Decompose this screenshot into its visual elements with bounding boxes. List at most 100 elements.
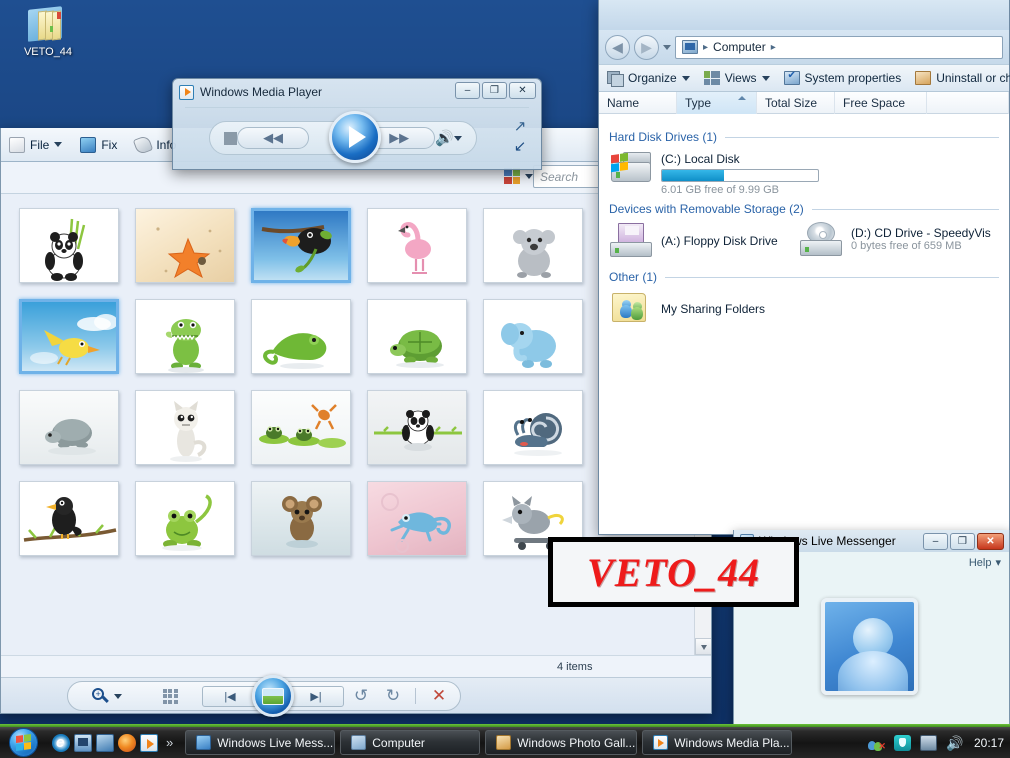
network-disconnected-icon[interactable]: ✕ bbox=[867, 735, 886, 751]
address-bar: ◀ ▶ ▸ Computer ▸ bbox=[599, 30, 1009, 64]
windows-media-player-window[interactable]: Windows Media Player – ❐ ✕ ◀◀ ▶▶ 🔊 ↗ ↙ bbox=[172, 78, 542, 170]
volume-speaker-icon[interactable]: 🔊 bbox=[435, 129, 454, 147]
display-icon[interactable] bbox=[919, 734, 937, 751]
maximize-button[interactable]: ❐ bbox=[482, 82, 507, 99]
zoom-control[interactable]: + bbox=[68, 687, 146, 705]
thumbnail-size-button[interactable] bbox=[146, 688, 194, 704]
play-slideshow-button[interactable] bbox=[252, 675, 294, 717]
minimize-skin-icon[interactable]: ↙ bbox=[509, 137, 531, 155]
switch-to-full-mode-icon[interactable]: ↗ bbox=[514, 118, 527, 135]
flip-3d-icon[interactable] bbox=[96, 733, 114, 752]
photo-gallery-status-bar: 4 items bbox=[1, 655, 711, 677]
thumbnail-toucan-on-branch[interactable] bbox=[251, 208, 351, 283]
system-properties-icon bbox=[783, 70, 800, 85]
previous-image-button[interactable]: |◀ bbox=[202, 685, 258, 707]
thumbnail-green-turtle[interactable] bbox=[367, 299, 467, 374]
thumbnail-grey-koala[interactable] bbox=[483, 208, 583, 283]
grid-icon bbox=[162, 688, 178, 704]
desktop-icon-veto44[interactable]: VETO_44 bbox=[8, 4, 88, 58]
thumbnail-blue-snail[interactable] bbox=[483, 390, 583, 465]
thumbnail-green-crocodile[interactable] bbox=[135, 299, 235, 374]
address-input[interactable]: ▸ Computer ▸ bbox=[675, 35, 1003, 59]
thumbnail-green-chameleon[interactable] bbox=[251, 299, 351, 374]
thumbnail-pink-flamingo[interactable] bbox=[367, 208, 467, 283]
internet-explorer-icon[interactable] bbox=[52, 733, 70, 752]
column-name[interactable]: Name bbox=[599, 91, 677, 114]
history-dropdown-caret[interactable] bbox=[663, 44, 671, 50]
thumbnail-starfish-on-sand[interactable] bbox=[135, 208, 235, 283]
scroll-down-button[interactable] bbox=[695, 638, 711, 655]
security-shield-icon[interactable] bbox=[893, 734, 911, 751]
explorer-glass-titlebar[interactable] bbox=[599, 0, 1009, 30]
previous-track-button[interactable]: ◀◀ bbox=[237, 127, 310, 149]
toolbar-views[interactable]: Views bbox=[703, 71, 770, 85]
show-desktop-icon[interactable] bbox=[74, 733, 92, 752]
toolbar-organize[interactable]: Organize bbox=[607, 71, 690, 87]
menu-file[interactable]: File bbox=[9, 136, 63, 153]
forward-button[interactable]: ▶ bbox=[634, 34, 659, 60]
menu-fix[interactable]: Fix bbox=[80, 136, 117, 153]
column-type[interactable]: Type bbox=[677, 91, 757, 114]
thumbnail-cat-standing[interactable] bbox=[135, 390, 235, 465]
column-free-space[interactable]: Free Space bbox=[835, 91, 927, 114]
thumbnail-blue-elephant[interactable] bbox=[483, 299, 583, 374]
back-button[interactable]: ◀ bbox=[605, 34, 630, 60]
play-button[interactable] bbox=[329, 111, 381, 163]
thumbnail-blue-gecko-pink[interactable] bbox=[367, 481, 467, 556]
next-image-button[interactable]: ▶| bbox=[288, 685, 344, 707]
drive-floppy-a[interactable]: (A:) Floppy Disk Drive bbox=[609, 222, 789, 260]
close-button[interactable]: ✕ bbox=[977, 533, 1004, 550]
stop-button[interactable] bbox=[224, 131, 237, 145]
close-button[interactable]: ✕ bbox=[509, 82, 536, 99]
thumbnail-yellow-bird-flying[interactable] bbox=[19, 299, 119, 374]
default-avatar-icon[interactable] bbox=[821, 598, 918, 695]
veto-watermark-overlay: VETO_44 bbox=[548, 537, 799, 607]
thumbnail-frogs-on-lilypads[interactable] bbox=[251, 390, 351, 465]
volume-icon[interactable]: 🔊 bbox=[946, 735, 963, 751]
column-blank[interactable] bbox=[927, 91, 1009, 114]
thumbnail-black-bird-on-branch[interactable] bbox=[19, 481, 119, 556]
taskbar-button-messenger[interactable]: Windows Live Mess... bbox=[185, 730, 336, 755]
rotate-ccw-button[interactable]: ↺ bbox=[344, 686, 378, 706]
toolbar-uninstall[interactable]: Uninstall or ch bbox=[915, 71, 1010, 85]
breadcrumb-separator-2: ▸ bbox=[770, 41, 776, 53]
organize-icon bbox=[607, 71, 624, 87]
windows-media-player-icon[interactable] bbox=[140, 733, 158, 752]
drive-cd-d[interactable]: (D:) CD Drive - SpeedyVis 0 bytes free o… bbox=[799, 222, 999, 260]
quick-launch-overflow-chevron[interactable]: » bbox=[166, 735, 173, 750]
column-total-size[interactable]: Total Size bbox=[757, 91, 835, 114]
firefox-icon[interactable] bbox=[118, 733, 136, 752]
thumbnail-grey-turtle[interactable] bbox=[19, 390, 119, 465]
taskbar-button-media-player[interactable]: Windows Media Pla... bbox=[642, 730, 793, 755]
minimize-button[interactable]: – bbox=[923, 533, 948, 550]
delete-button[interactable]: ✕ bbox=[422, 686, 456, 706]
wmp-titlebar[interactable]: Windows Media Player – ❐ ✕ bbox=[173, 79, 541, 105]
rotate-cw-button[interactable]: ↻ bbox=[378, 686, 408, 706]
thumbnail-panda-on-bamboo[interactable] bbox=[367, 390, 467, 465]
drive-local-disk-c[interactable]: (C:) Local Disk 6.01 GB free of 9.99 GB bbox=[609, 150, 999, 196]
computer-explorer-window[interactable]: ◀ ▶ ▸ Computer ▸ Organize Views System p… bbox=[598, 0, 1010, 535]
start-button[interactable] bbox=[2, 728, 44, 758]
chevron-down-icon bbox=[761, 75, 770, 81]
taskbar-button-photo-gallery[interactable]: Windows Photo Gall... bbox=[485, 730, 638, 755]
minimize-button[interactable]: – bbox=[455, 82, 480, 99]
floppy-disk-icon bbox=[609, 222, 653, 260]
taskbar-clock[interactable]: 20:17 bbox=[974, 736, 1004, 750]
explorer-toolbar: Organize Views System properties Uninsta… bbox=[599, 64, 1010, 92]
toolbar-divider bbox=[414, 688, 416, 704]
thumbnail-panda-with-grass[interactable] bbox=[19, 208, 119, 283]
thumbnail-green-frog[interactable] bbox=[135, 481, 235, 556]
wmp-window-buttons: – ❐ ✕ bbox=[455, 82, 536, 99]
column-headers: Name Type Total Size Free Space bbox=[599, 91, 1009, 114]
taskbar-button-computer[interactable]: Computer bbox=[340, 730, 481, 755]
maximize-button[interactable]: ❐ bbox=[950, 533, 975, 550]
thumbnail-brown-mouse[interactable] bbox=[251, 481, 351, 556]
volume-dropdown-caret[interactable] bbox=[454, 135, 462, 141]
toolbar-system-properties[interactable]: System properties bbox=[783, 70, 901, 85]
messenger-help-menu[interactable]: Help ▾ bbox=[969, 556, 1001, 570]
delete-x-icon: ✕ bbox=[431, 686, 447, 705]
breadcrumb-computer[interactable]: Computer bbox=[713, 40, 766, 54]
taskbar-label: Computer bbox=[372, 735, 425, 750]
menu-info[interactable]: Info bbox=[133, 134, 176, 155]
item-my-sharing-folders[interactable]: My Sharing Folders bbox=[609, 290, 999, 328]
